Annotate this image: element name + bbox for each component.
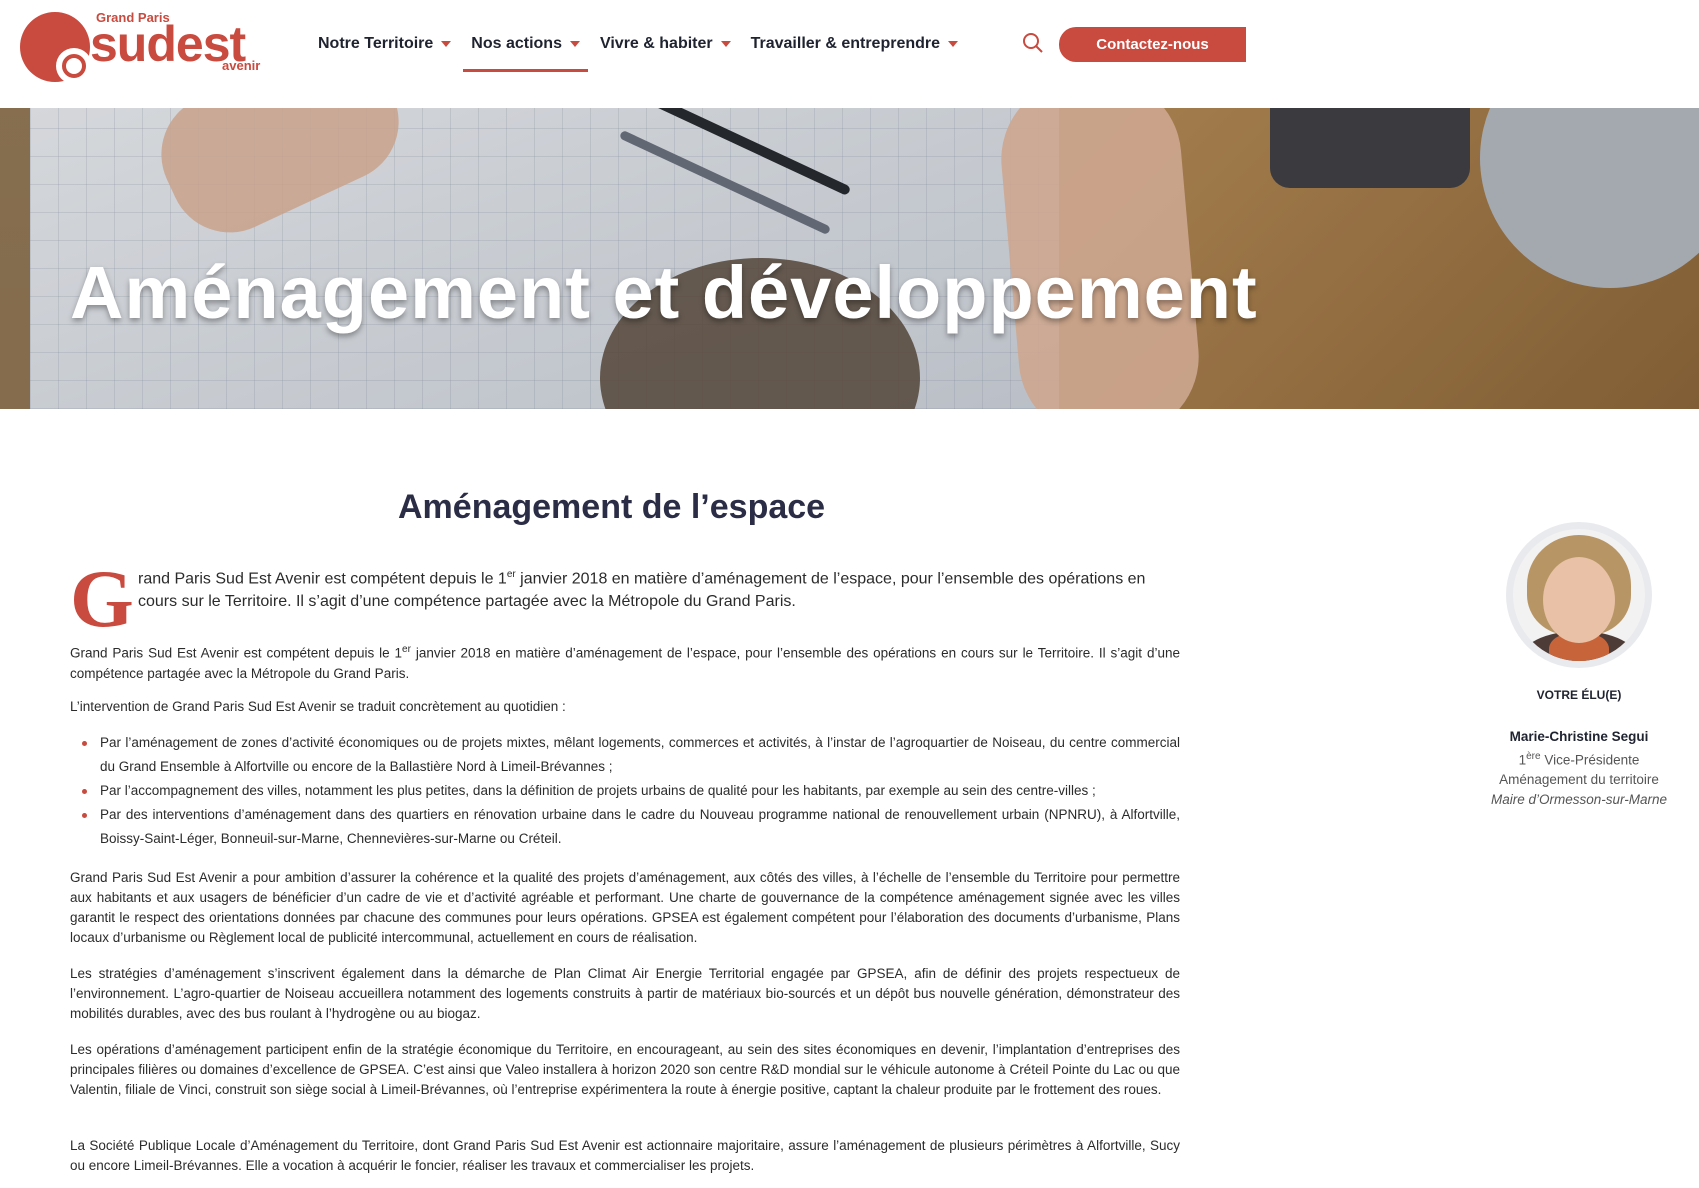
paragraph-4: Les stratégies d’aménagement s’inscriven… xyxy=(70,966,1180,1021)
logo-line-3: avenir xyxy=(222,58,261,73)
avatar xyxy=(1513,529,1645,661)
elu-role: Aménagement du territoire xyxy=(1499,772,1659,787)
paragraph-6: La Société Publique Locale d’Aménagement… xyxy=(70,1138,1180,1173)
list-item: Par l’aménagement de zones d’activité éc… xyxy=(70,731,1180,779)
paragraph-3: Grand Paris Sud Est Avenir a pour ambiti… xyxy=(70,870,1180,945)
nav-item-notre-territoire[interactable]: Notre Territoire xyxy=(318,24,452,64)
chevron-down-icon xyxy=(948,41,959,47)
elu-label: VOTRE ÉLU(E) xyxy=(1536,688,1622,702)
search-icon[interactable] xyxy=(1022,32,1044,54)
hero-banner: Aménagement et développement xyxy=(0,108,1699,409)
elu-town: Maire d’Ormesson-sur-Marne xyxy=(1490,792,1668,807)
nav-item-nos-actions[interactable]: Nos actions xyxy=(463,24,588,72)
chevron-down-icon xyxy=(441,41,452,47)
section-title: Aménagement de l’espace xyxy=(398,488,826,526)
actions-list: Par l’aménagement de zones d’activité éc… xyxy=(70,731,1180,851)
chevron-down-icon xyxy=(569,41,580,47)
paragraph-5: Les opérations d’aménagement participent… xyxy=(70,1042,1180,1097)
elu-name: Marie-Christine Segui xyxy=(1509,729,1649,744)
paragraph-1: Grand Paris Sud Est Avenir est compétent… xyxy=(70,644,1180,681)
elu-title: 1ère Vice-Présidente xyxy=(1518,751,1640,768)
chevron-down-icon xyxy=(720,41,731,47)
site-header: Grand Paris sudest avenir Notre Territoi… xyxy=(0,0,1699,108)
elu-avatar xyxy=(1506,522,1652,668)
page-title: Aménagement et développement xyxy=(70,251,1258,334)
main-nav: Notre Territoire Nos actions Vivre & hab… xyxy=(318,24,978,72)
paragraph-2: L’intervention de Grand Paris Sud Est Av… xyxy=(70,699,566,714)
list-item: Par l’accompagnement des villes, notamme… xyxy=(70,779,1180,803)
contact-button[interactable]: Contactez-nous xyxy=(1059,27,1246,62)
nav-item-travailler-entreprendre[interactable]: Travailler & entreprendre xyxy=(751,24,959,64)
dropcap: G xyxy=(70,553,134,644)
lead-paragraph: G rand Paris Sud Est Avenir est compéten… xyxy=(70,553,1146,644)
nav-item-vivre-habiter[interactable]: Vivre & habiter xyxy=(600,24,731,64)
list-item: Par des interventions d’aménagement dans… xyxy=(70,803,1180,851)
site-logo[interactable]: Grand Paris sudest avenir xyxy=(18,10,268,86)
